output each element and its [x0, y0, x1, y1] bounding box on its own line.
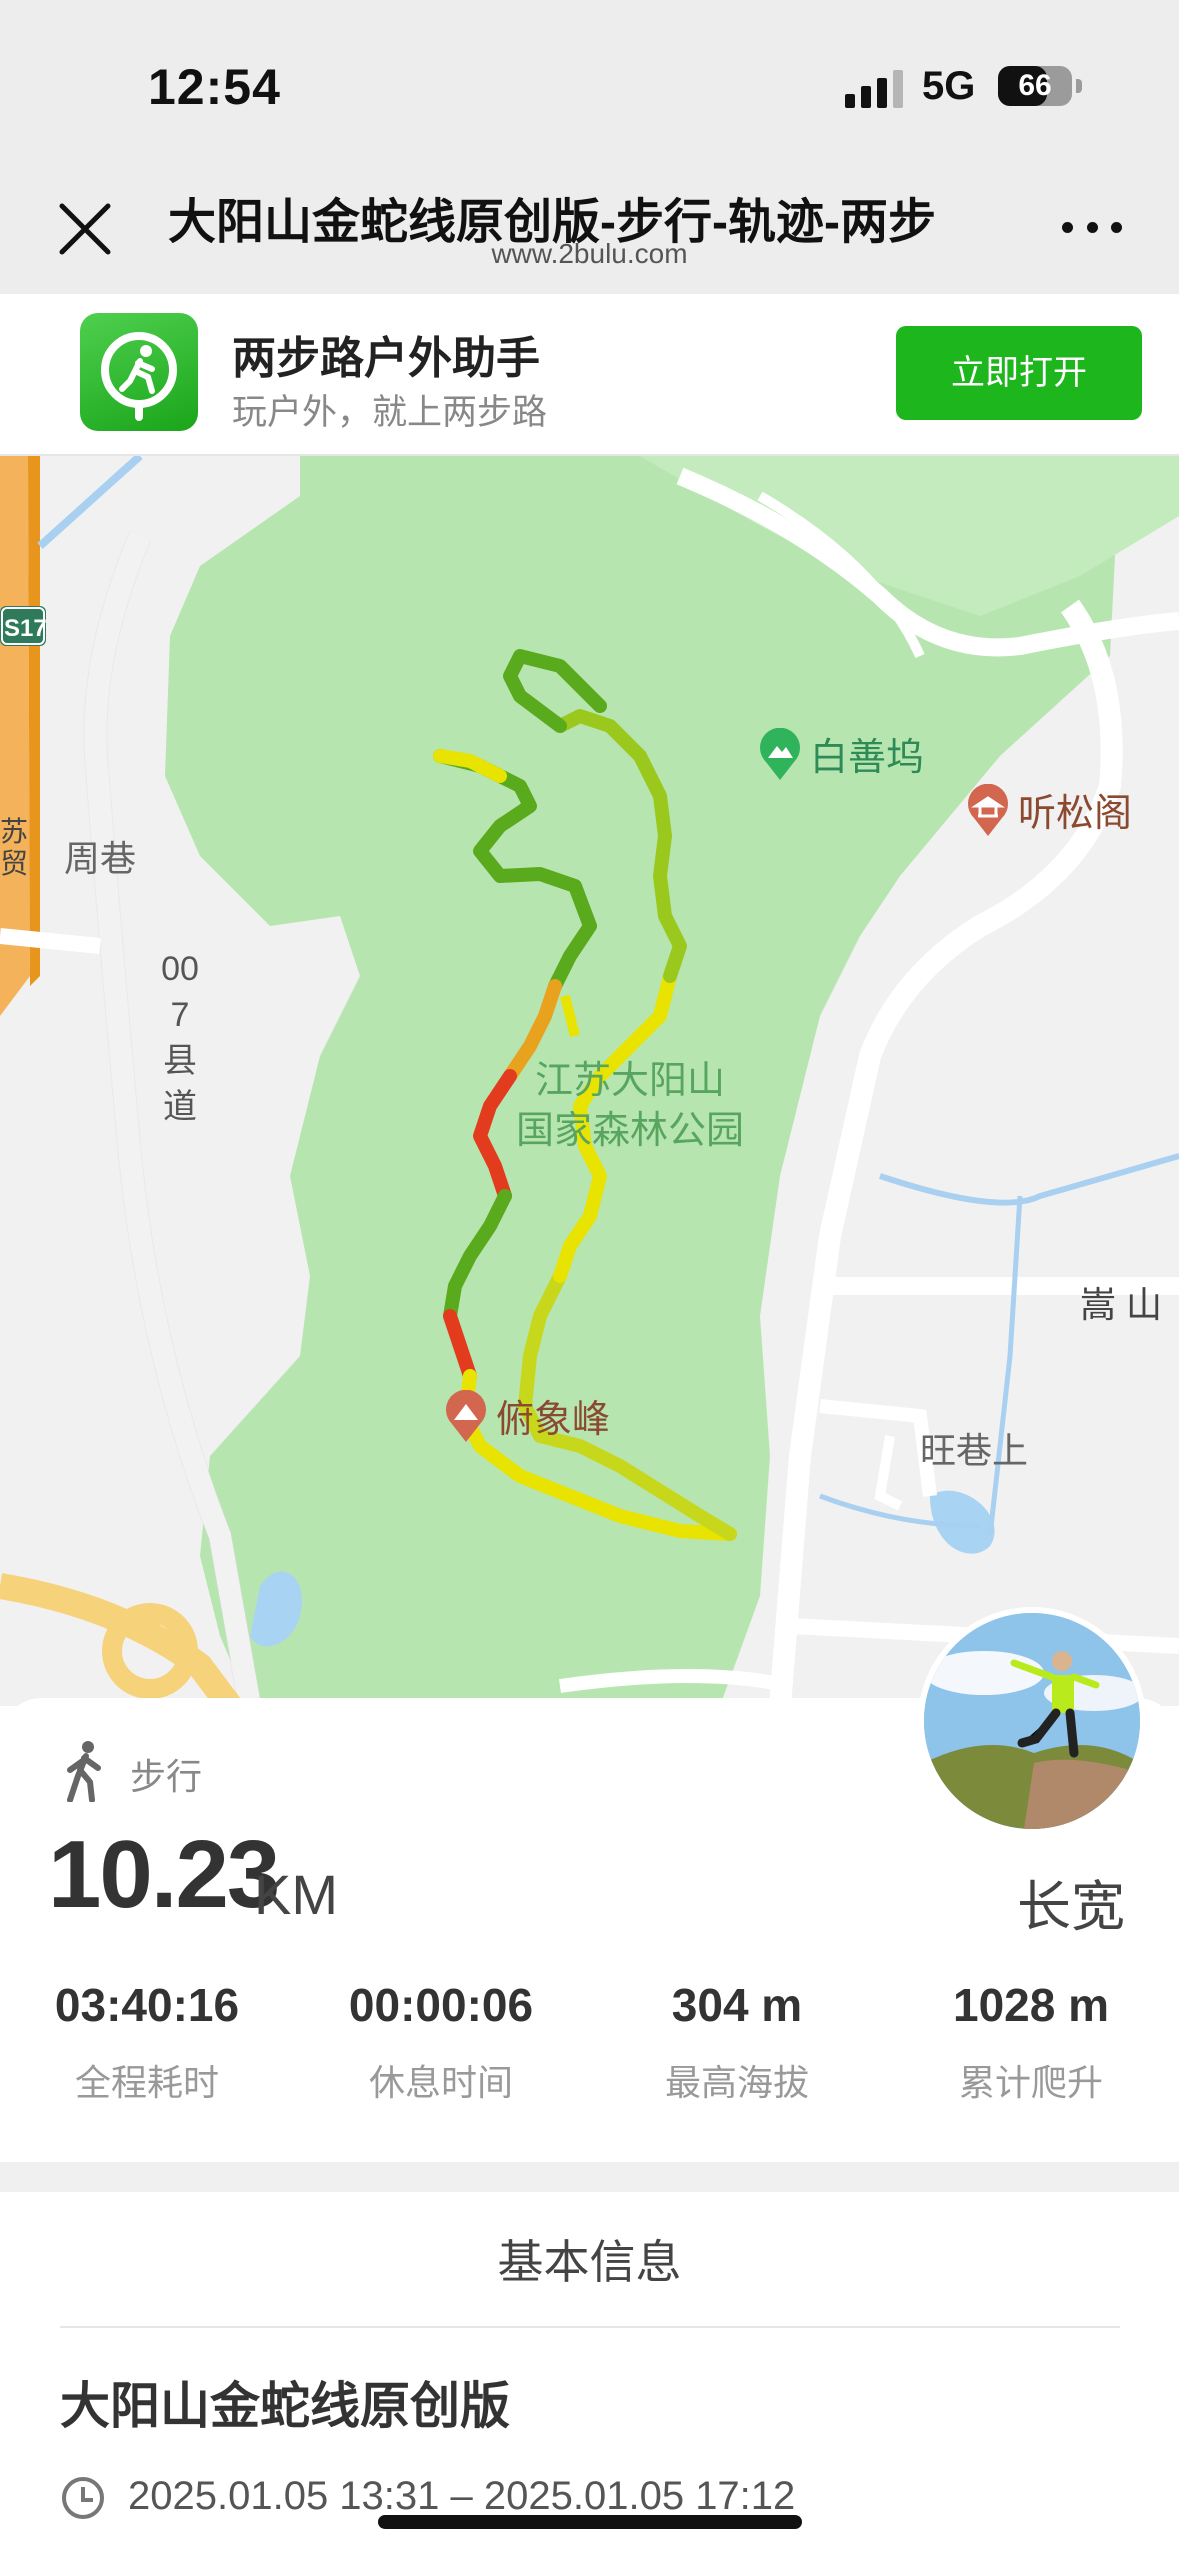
sport-type: 步行: [130, 1756, 203, 1797]
track-name: 大阳山金蛇线原创版: [60, 2378, 510, 2434]
distance-unit: KM: [254, 1863, 338, 1926]
more-button[interactable]: [1062, 212, 1122, 242]
user-name[interactable]: 长宽: [1017, 1862, 1125, 1941]
park-label-line: 江苏大阳山: [534, 1060, 725, 1102]
track-map[interactable]: S17 江苏大阳山 国家森林公园 白善坞 听松阁 俯象峰 周巷 旺巷上 嵩 山 …: [0, 456, 1179, 1706]
map-label-wangxiangshang: 旺巷上: [920, 1430, 1029, 1471]
status-bar: 12:54 5G 66: [0, 0, 1179, 160]
battery-percent: 66: [1018, 69, 1052, 102]
stat-value: 304 m: [671, 1979, 803, 2031]
stat-value: 00:00:06: [348, 1979, 534, 2031]
signal-icon: [845, 70, 905, 108]
park-label-line: 国家森林公园: [515, 1110, 744, 1152]
poi-tingsongge[interactable]: 听松阁: [966, 782, 1132, 837]
map-label-zhouxiang: 周巷: [64, 838, 137, 879]
app-slogan: 玩户外，就上两步路: [232, 393, 548, 432]
avatar[interactable]: [918, 1607, 1146, 1835]
track-time-range: 2025.01.05 13:31 – 2025.01.05 17:12: [128, 2474, 796, 2518]
network-type: 5G: [922, 64, 976, 108]
stat-label: 累计爬升: [958, 2062, 1103, 2103]
battery-icon: 66: [998, 66, 1072, 106]
peak-pin-icon: [444, 1389, 488, 1442]
page-url: www.2bulu.com: [491, 238, 688, 269]
clock-icon: [62, 2477, 104, 2519]
stat-label: 休息时间: [368, 2062, 513, 2103]
home-indicator[interactable]: [378, 2515, 802, 2529]
pavilion-pin-icon: [966, 783, 1010, 836]
map-label-songshan: 嵩 山: [1080, 1284, 1163, 1325]
poi-label: 听松阁: [1018, 793, 1133, 835]
distance-value: 10.23: [48, 1821, 280, 1928]
app-logo-icon: [80, 313, 198, 431]
stat-total-climb: 1028 m 累计爬升: [896, 1978, 1166, 2106]
map-label-road-edge: 苏 贸: [0, 816, 29, 879]
open-app-button[interactable]: 立即打开: [896, 326, 1142, 420]
walking-icon: [60, 1740, 108, 1803]
stat-value: 1028 m: [952, 1979, 1109, 2031]
app-name: 两步路户外助手: [232, 334, 540, 383]
section-title-basic-info: 基本信息: [497, 2236, 682, 2288]
stat-total-time: 03:40:16 全程耗时: [12, 1978, 282, 2106]
browser-nav-bar: 大阳山金蛇线原创版-步行-轨迹-两步 www.2bulu.com: [0, 160, 1179, 294]
app-download-banner: 两步路户外助手 玩户外，就上两步路 立即打开: [0, 294, 1179, 456]
poi-label: 白善坞: [810, 737, 925, 779]
divider: [60, 2326, 1120, 2328]
stat-label: 全程耗时: [74, 2062, 219, 2103]
mountain-pin-icon: [758, 727, 802, 780]
status-time: 12:54: [148, 59, 281, 115]
poi-baishanwu[interactable]: 白善坞: [758, 726, 924, 781]
county-road-text: 007县道: [161, 950, 199, 1126]
section-gap: [0, 2162, 1179, 2192]
highway-badge: S17: [4, 615, 47, 642]
map-label-county-road: 007县道: [160, 946, 200, 1130]
stat-max-altitude: 304 m 最高海拔: [602, 1978, 872, 2106]
more-dot: [1111, 221, 1122, 233]
poi-fuxiangfeng[interactable]: 俯象峰: [444, 1388, 610, 1443]
park-label: 江苏大阳山 国家森林公园: [480, 1056, 780, 1156]
stat-value: 03:40:16: [54, 1979, 240, 2031]
battery-tip: [1076, 79, 1082, 93]
stat-rest-time: 00:00:06 休息时间: [306, 1978, 576, 2106]
more-dot: [1062, 221, 1073, 233]
poi-label: 俯象峰: [496, 1399, 611, 1441]
stat-label: 最高海拔: [664, 2062, 809, 2103]
more-dot: [1086, 221, 1098, 233]
